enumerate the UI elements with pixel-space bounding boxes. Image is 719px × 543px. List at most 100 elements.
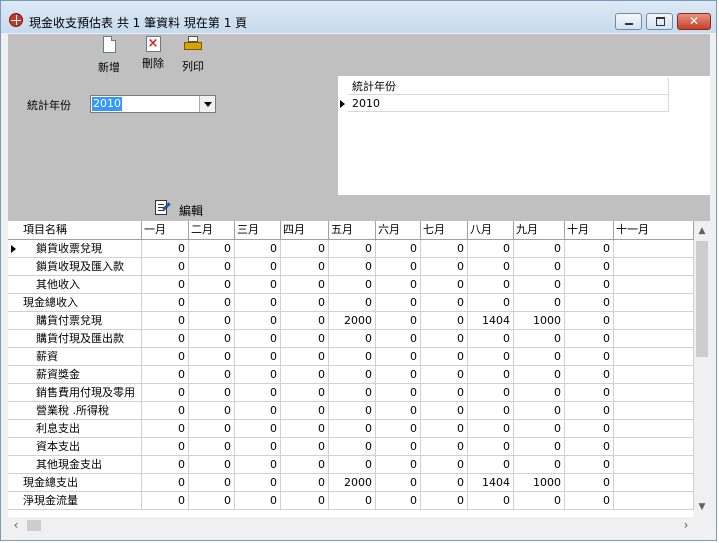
- value-cell[interactable]: 0: [329, 240, 376, 258]
- value-cell[interactable]: 0: [189, 348, 235, 366]
- table-row[interactable]: 鎖貨收現及匯入款 0 0 0 0 0 0 0 0 0 0: [8, 258, 694, 276]
- value-cell[interactable]: 0: [281, 312, 329, 330]
- row-name-cell[interactable]: 淨現金流量: [8, 492, 142, 510]
- value-cell[interactable]: 0: [235, 348, 281, 366]
- value-cell[interactable]: 0: [235, 492, 281, 510]
- row-name-cell[interactable]: 銷售費用付現及零用: [8, 384, 142, 402]
- value-cell[interactable]: 0: [376, 384, 421, 402]
- value-cell[interactable]: 0: [514, 402, 565, 420]
- value-cell[interactable]: 0: [142, 474, 189, 492]
- new-button[interactable]: 新增: [98, 36, 120, 75]
- value-cell[interactable]: 0: [142, 366, 189, 384]
- row-name-cell[interactable]: 薪資: [8, 348, 142, 366]
- value-cell[interactable]: 0: [142, 420, 189, 438]
- value-cell[interactable]: 0: [281, 420, 329, 438]
- row-name-cell[interactable]: 薪資獎金: [8, 366, 142, 384]
- value-cell[interactable]: 0: [376, 240, 421, 258]
- value-cell[interactable]: 0: [565, 240, 614, 258]
- value-cell[interactable]: 0: [189, 312, 235, 330]
- table-row[interactable]: 淨現金流量 0 0 0 0 0 0 0 0 0 0: [8, 492, 694, 510]
- value-cell[interactable]: 0: [565, 294, 614, 312]
- value-cell[interactable]: 0: [421, 348, 468, 366]
- value-cell[interactable]: 0: [514, 258, 565, 276]
- value-cell[interactable]: [614, 438, 694, 456]
- value-cell[interactable]: 0: [329, 366, 376, 384]
- row-name-cell[interactable]: 利息支出: [8, 420, 142, 438]
- edit-label[interactable]: 編輯: [179, 202, 203, 219]
- value-cell[interactable]: 0: [376, 258, 421, 276]
- value-cell[interactable]: 0: [281, 474, 329, 492]
- value-cell[interactable]: 0: [514, 366, 565, 384]
- value-cell[interactable]: 0: [468, 240, 514, 258]
- value-cell[interactable]: 0: [421, 420, 468, 438]
- value-cell[interactable]: 0: [421, 366, 468, 384]
- value-cell[interactable]: 0: [189, 384, 235, 402]
- value-cell[interactable]: 0: [514, 276, 565, 294]
- value-cell[interactable]: 0: [565, 456, 614, 474]
- value-cell[interactable]: 0: [468, 492, 514, 510]
- value-cell[interactable]: 0: [514, 330, 565, 348]
- value-cell[interactable]: 0: [421, 312, 468, 330]
- value-cell[interactable]: 0: [565, 492, 614, 510]
- vertical-scroll-thumb[interactable]: [696, 241, 708, 357]
- value-cell[interactable]: 0: [142, 402, 189, 420]
- value-cell[interactable]: 0: [189, 438, 235, 456]
- value-cell[interactable]: 0: [235, 366, 281, 384]
- value-cell[interactable]: 0: [421, 258, 468, 276]
- value-cell[interactable]: 0: [329, 258, 376, 276]
- scroll-down-icon[interactable]: ▼: [694, 499, 710, 515]
- value-cell[interactable]: 0: [235, 438, 281, 456]
- value-cell[interactable]: 0: [376, 420, 421, 438]
- column-header[interactable]: 十月: [565, 221, 614, 239]
- value-cell[interactable]: 0: [189, 492, 235, 510]
- value-cell[interactable]: 0: [142, 384, 189, 402]
- value-cell[interactable]: 0: [565, 258, 614, 276]
- value-cell[interactable]: [614, 456, 694, 474]
- value-cell[interactable]: 0: [142, 348, 189, 366]
- value-cell[interactable]: 1404: [468, 474, 514, 492]
- maximize-button[interactable]: [646, 13, 673, 30]
- value-cell[interactable]: 0: [468, 456, 514, 474]
- value-cell[interactable]: 0: [189, 276, 235, 294]
- value-cell[interactable]: 0: [142, 258, 189, 276]
- table-row[interactable]: 利息支出 0 0 0 0 0 0 0 0 0 0: [8, 420, 694, 438]
- value-cell[interactable]: 2000: [329, 312, 376, 330]
- value-cell[interactable]: 0: [468, 258, 514, 276]
- value-cell[interactable]: 0: [376, 294, 421, 312]
- column-header[interactable]: 八月: [468, 221, 514, 239]
- value-cell[interactable]: 0: [329, 438, 376, 456]
- value-cell[interactable]: 0: [565, 348, 614, 366]
- row-name-cell[interactable]: 其他現金支出: [8, 456, 142, 474]
- row-name-cell[interactable]: 購貨付現及匯出款: [8, 330, 142, 348]
- value-cell[interactable]: 0: [329, 492, 376, 510]
- value-cell[interactable]: 0: [281, 348, 329, 366]
- table-row[interactable]: 鎖貨收票兌現 0 0 0 0 0 0 0 0 0 0: [8, 240, 694, 258]
- value-cell[interactable]: 0: [514, 294, 565, 312]
- value-cell[interactable]: 1000: [514, 474, 565, 492]
- value-cell[interactable]: 0: [281, 240, 329, 258]
- value-cell[interactable]: [614, 420, 694, 438]
- value-cell[interactable]: 0: [142, 240, 189, 258]
- value-cell[interactable]: 0: [142, 456, 189, 474]
- value-cell[interactable]: [614, 348, 694, 366]
- value-cell[interactable]: 0: [235, 456, 281, 474]
- value-cell[interactable]: 0: [235, 294, 281, 312]
- value-cell[interactable]: 0: [281, 294, 329, 312]
- year-select[interactable]: 2010: [90, 95, 216, 113]
- value-cell[interactable]: 0: [514, 420, 565, 438]
- value-cell[interactable]: 0: [329, 456, 376, 474]
- horizontal-scroll-thumb[interactable]: [27, 520, 41, 531]
- value-cell[interactable]: 0: [235, 402, 281, 420]
- value-cell[interactable]: [614, 240, 694, 258]
- value-cell[interactable]: 0: [189, 420, 235, 438]
- value-cell[interactable]: 0: [376, 456, 421, 474]
- value-cell[interactable]: 0: [376, 402, 421, 420]
- value-cell[interactable]: 0: [468, 294, 514, 312]
- value-cell[interactable]: 0: [235, 258, 281, 276]
- table-row[interactable]: 其他現金支出 0 0 0 0 0 0 0 0 0 0: [8, 456, 694, 474]
- table-row[interactable]: 薪資 0 0 0 0 0 0 0 0 0 0: [8, 348, 694, 366]
- value-cell[interactable]: 0: [421, 456, 468, 474]
- row-name-cell[interactable]: 現金總支出: [8, 474, 142, 492]
- value-cell[interactable]: 0: [468, 366, 514, 384]
- value-cell[interactable]: 0: [329, 420, 376, 438]
